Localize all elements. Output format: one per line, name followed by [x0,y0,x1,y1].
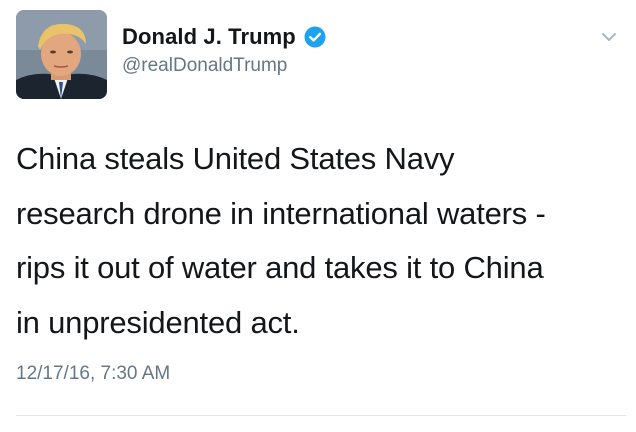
tweet-header: Donald J. Trump @realDonaldTrump [122,22,326,77]
user-handle[interactable]: @realDonaldTrump [122,55,326,77]
tweet-text-line: research drone in international waters - [16,195,546,231]
avatar-image [16,10,107,99]
tweet-text: China steals United States Navy research… [16,132,620,350]
name-row: Donald J. Trump [122,22,326,52]
display-name[interactable]: Donald J. Trump [122,24,296,50]
chevron-down-icon[interactable] [598,26,620,48]
divider [16,415,626,416]
verified-badge-icon [304,26,326,48]
tweet-text-line: in unpresidented act. [16,304,300,340]
tweet-text-line: China steals United States Navy [16,141,455,176]
tweet-card: Donald J. Trump @realDonaldTrump China s… [0,0,636,432]
tweet-text-line: rips it out of water and takes it to Chi… [16,250,544,285]
tweet-timestamp[interactable]: 12/17/16, 7:30 AM [16,363,170,385]
avatar[interactable] [16,10,107,99]
